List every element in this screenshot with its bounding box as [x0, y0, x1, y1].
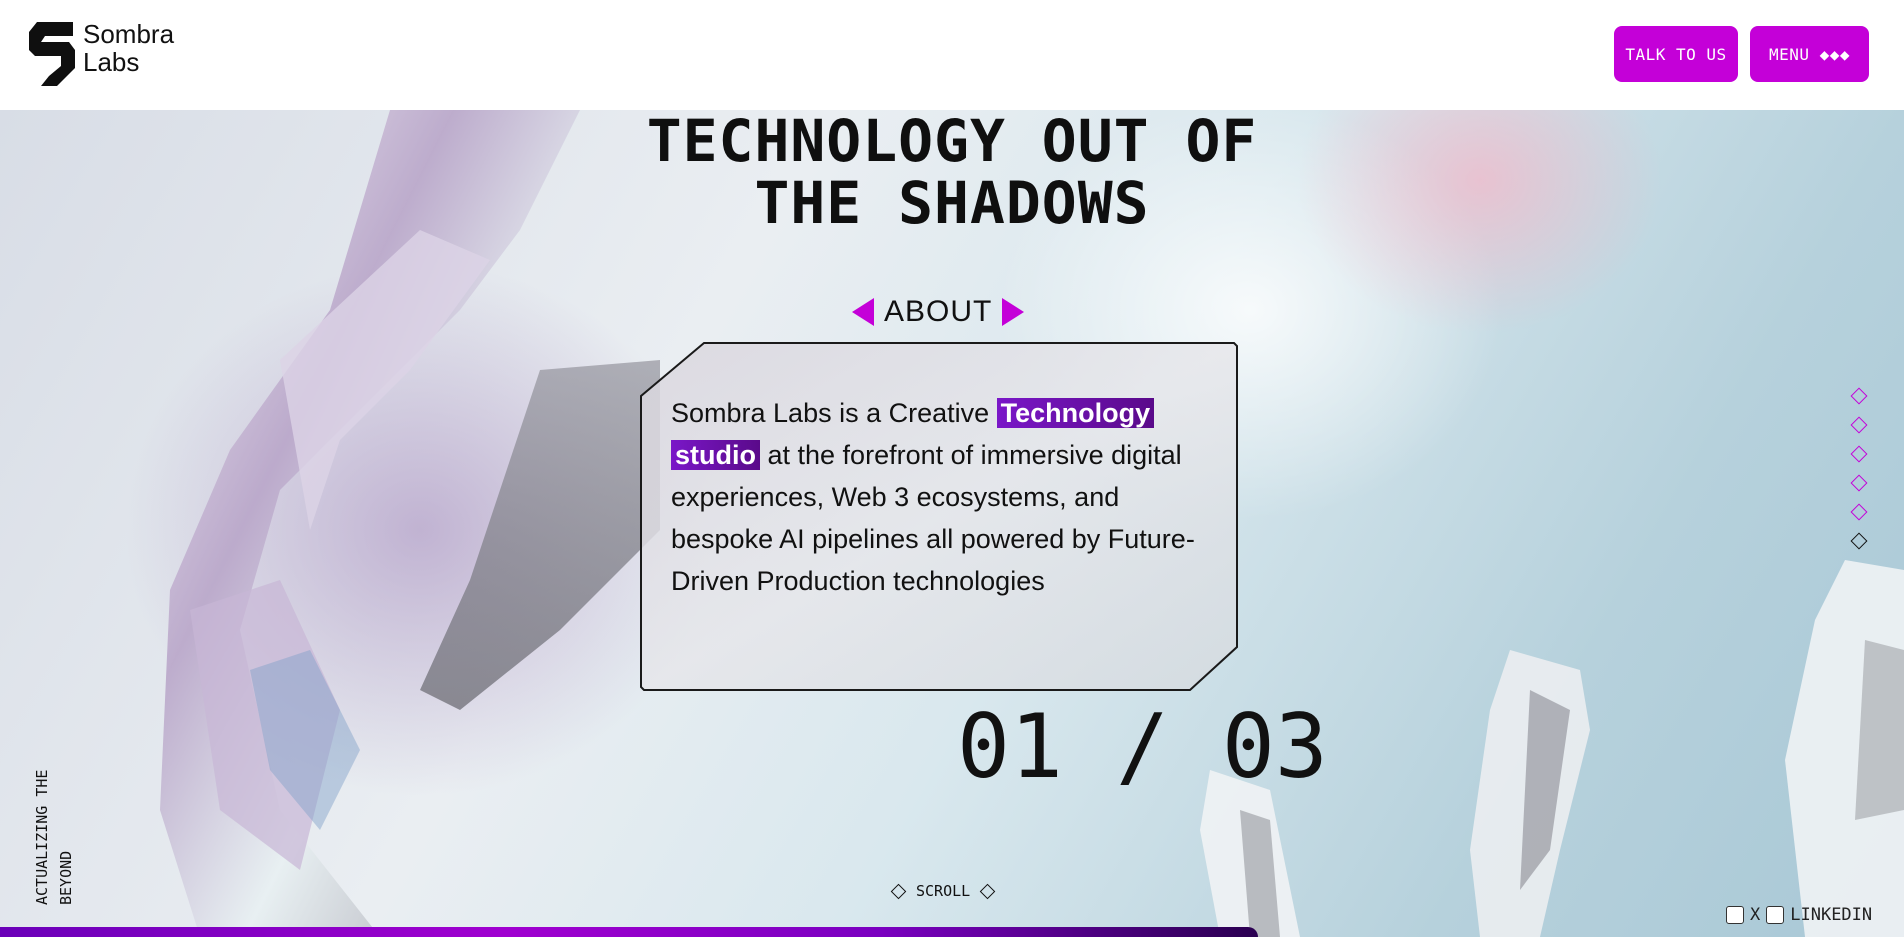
section-switcher: ABOUT — [852, 292, 1025, 332]
menu-button[interactable]: MENU ◆◆◆ — [1750, 26, 1869, 82]
next-arrow-icon[interactable] — [1002, 298, 1025, 326]
slide-counter: 01 / 03 — [957, 695, 1328, 798]
hero-title-line1: TECHNOLOGY OUT OF — [646, 110, 1258, 175]
x-link[interactable]: X — [1750, 905, 1760, 925]
brand-name[interactable]: Sombra Labs — [83, 20, 174, 76]
description-text-1: Sombra Labs is a Creative — [671, 398, 997, 428]
talk-to-us-button[interactable]: TALK TO US — [1614, 26, 1738, 82]
hero-title-line2: THE SHADOWS — [754, 169, 1150, 237]
linkedin-link[interactable]: LINKEDIN — [1790, 905, 1872, 925]
social-links: X LINKEDIN — [1726, 905, 1872, 925]
hero-title: TECHNOLOGY OUT OF THE SHADOWS — [0, 110, 1904, 234]
side-tagline: ACTUALIZING THE BEYOND — [30, 745, 78, 905]
section-label: ABOUT — [884, 295, 993, 328]
about-card: Sombra Labs is a Creative Technology stud… — [640, 342, 1238, 692]
section-dot-3[interactable] — [1850, 445, 1868, 463]
scroll-label: SCROLL — [916, 882, 971, 900]
glass-shape-right-1 — [1470, 650, 1590, 937]
diamond-right-icon — [979, 883, 996, 899]
previous-arrow-icon[interactable] — [852, 298, 874, 326]
highlight-studio: studio — [671, 440, 760, 470]
side-tagline-line1: ACTUALIZING THE — [33, 769, 51, 905]
hero-section: TECHNOLOGY OUT OF THE SHADOWS ABOUT Somb… — [0, 110, 1904, 937]
glass-shape-right-2 — [1785, 560, 1904, 937]
section-dot-4[interactable] — [1850, 474, 1868, 492]
highlight-technology: Technology — [996, 398, 1155, 428]
section-dot-1[interactable] — [1850, 387, 1868, 405]
section-dot-5[interactable] — [1850, 503, 1868, 521]
section-dot-2[interactable] — [1850, 416, 1868, 434]
linkedin-checkbox-icon[interactable] — [1766, 906, 1785, 924]
about-description: Sombra Labs is a Creative Technology stud… — [671, 392, 1211, 602]
side-tagline-line2: BEYOND — [57, 850, 75, 905]
section-nav-dots — [1850, 387, 1868, 564]
site-header: Sombra Labs TALK TO US MENU ◆◆◆ — [0, 0, 1904, 110]
scroll-indicator[interactable]: SCROLL — [890, 882, 996, 900]
brand-name-line1: Sombra — [83, 19, 175, 49]
sombra-logo-icon[interactable] — [27, 20, 77, 88]
diamond-left-icon — [890, 883, 907, 899]
page-progress-bar — [0, 927, 1258, 937]
section-dot-6-active[interactable] — [1850, 532, 1868, 550]
brand-name-line2: Labs — [83, 47, 140, 77]
x-checkbox-icon[interactable] — [1726, 906, 1744, 924]
